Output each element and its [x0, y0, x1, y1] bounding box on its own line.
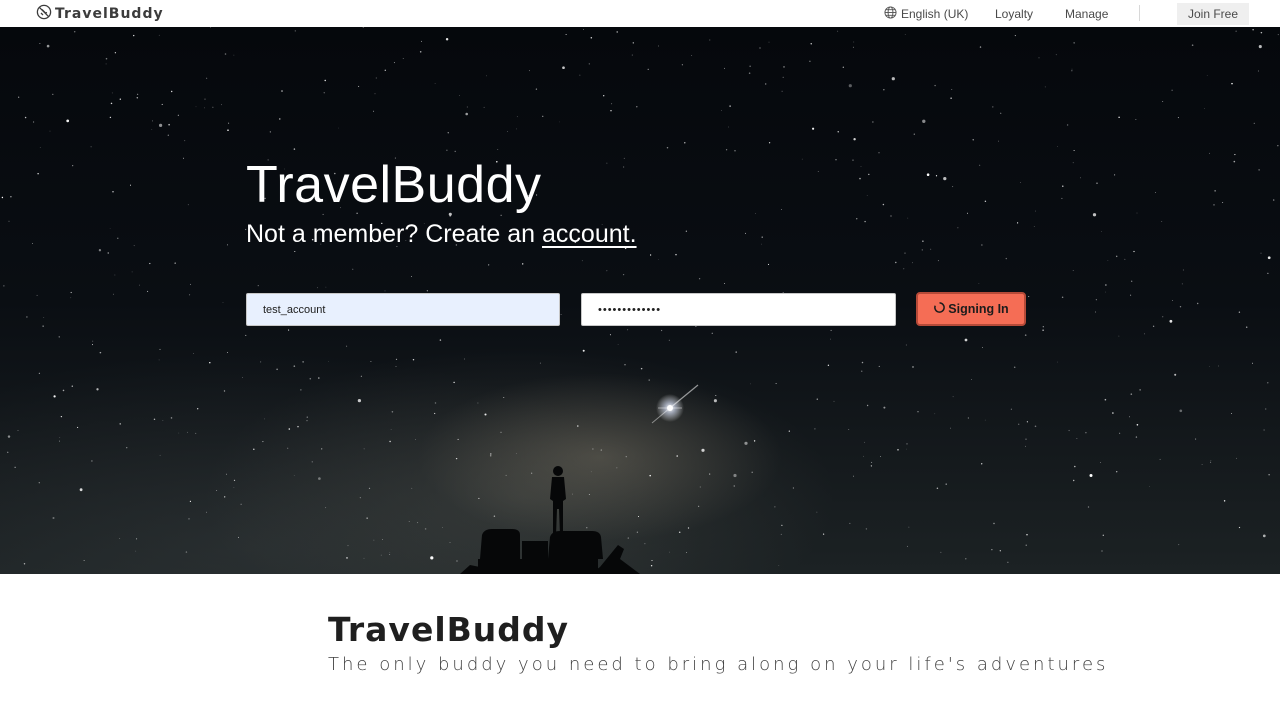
nav-loyalty-link[interactable]: Loyalty: [995, 0, 1033, 27]
person-on-vehicle-silhouette: [460, 466, 640, 574]
password-input[interactable]: [581, 293, 896, 326]
brand-name: TravelBuddy: [55, 6, 164, 22]
join-free-button[interactable]: Join Free: [1177, 3, 1249, 25]
bright-star-image: [651, 384, 699, 424]
about-title: TravelBuddy: [328, 610, 570, 649]
no-plane-icon: [36, 4, 52, 25]
nav-manage-link[interactable]: Manage: [1065, 0, 1108, 27]
brand-logo[interactable]: TravelBuddy: [36, 4, 164, 25]
hero-title: TravelBuddy: [246, 156, 542, 214]
language-label: English (UK): [901, 6, 969, 21]
globe-icon: [884, 5, 897, 22]
sign-in-button[interactable]: Signing In: [916, 292, 1026, 326]
about-tagline: The only buddy you need to bring along o…: [328, 654, 1109, 675]
top-navbar: TravelBuddy English (UK) Loyalty Manage …: [0, 0, 1280, 27]
hero-subtitle: Not a member? Create an account.: [246, 220, 637, 249]
sign-in-label: Signing In: [948, 302, 1009, 316]
create-account-link[interactable]: account.: [542, 220, 637, 249]
loading-spinner-icon: [933, 301, 946, 317]
language-selector[interactable]: English (UK): [884, 0, 968, 27]
username-input[interactable]: [246, 293, 560, 326]
nav-divider: [1139, 5, 1140, 21]
hero-banner: TravelBuddy Not a member? Create an acco…: [0, 27, 1280, 574]
hero-subtitle-text: Not a member? Create an: [246, 220, 536, 248]
